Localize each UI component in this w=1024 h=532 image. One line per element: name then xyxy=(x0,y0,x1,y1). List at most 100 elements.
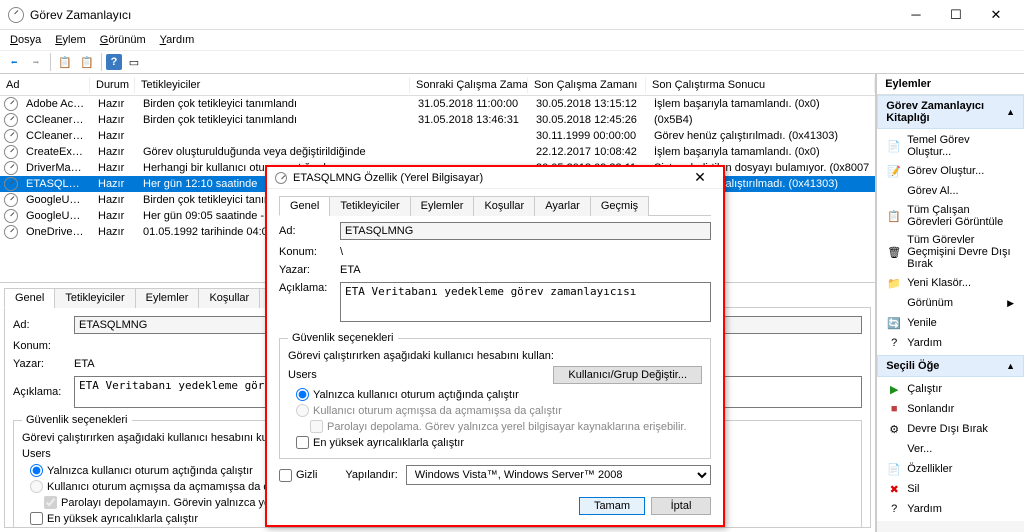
action-label: Görev Oluştur... xyxy=(907,165,1014,177)
task-name: CCleanerSki... xyxy=(20,130,92,142)
toolbar-icon-1[interactable]: 📋 xyxy=(55,52,75,72)
dlg-radio-logged-on[interactable] xyxy=(296,388,309,401)
action-item[interactable]: ⚙Devre Dışı Bırak xyxy=(881,419,1020,439)
toolbar-icon-3[interactable]: ▭ xyxy=(124,52,144,72)
toolbar: ⬅ ➡ 📋 📋 ? ▭ xyxy=(0,50,1024,74)
task-result: İşlem başarıyla tamamlandı. (0x0) xyxy=(648,146,875,158)
action-item[interactable]: 📋Tüm Çalışan Görevleri Görüntüle xyxy=(881,201,1020,231)
dlg-tab-actions[interactable]: Eylemler xyxy=(410,196,475,216)
task-icon xyxy=(4,161,18,175)
close-button[interactable]: ✕ xyxy=(976,1,1016,29)
dlg-radio-any[interactable] xyxy=(296,404,309,417)
menu-action[interactable]: Eylem xyxy=(49,32,92,48)
col-status[interactable]: Durum xyxy=(90,77,135,93)
task-row[interactable]: CCleaner Up...HazırBirden çok tetikleyic… xyxy=(0,112,875,128)
action-label: Yardım xyxy=(907,503,1014,515)
dlg-chk-pwd[interactable] xyxy=(310,420,323,433)
tab-actions[interactable]: Eylemler xyxy=(135,288,200,308)
col-triggers[interactable]: Tetikleyiciler xyxy=(135,77,410,93)
task-row[interactable]: CreateExplor...HazırGörev oluşturulduğun… xyxy=(0,144,875,160)
detail-radio-logged-on[interactable] xyxy=(30,464,43,477)
dlg-tab-history[interactable]: Geçmiş xyxy=(590,196,649,216)
task-last: 22.12.2017 10:08:42 xyxy=(530,146,648,158)
action-label: Sil xyxy=(907,483,1014,495)
task-name: OneDrive St... xyxy=(20,226,92,238)
action-icon: ⚙ xyxy=(887,422,901,436)
tab-triggers[interactable]: Tetikleyiciler xyxy=(54,288,135,308)
help-icon[interactable]: ? xyxy=(106,54,122,70)
col-name[interactable]: Ad xyxy=(0,77,90,93)
dlg-desc-field[interactable]: ETA Veritabanı yedekleme görev zamanlayı… xyxy=(340,282,711,322)
action-item[interactable]: Görünüm ▶ xyxy=(881,293,1020,313)
nav-back-button[interactable]: ⬅ xyxy=(4,52,24,72)
action-item[interactable]: 🔄Yenile xyxy=(881,313,1020,333)
action-icon: 📄 xyxy=(887,462,901,476)
dlg-tab-triggers[interactable]: Tetikleyiciler xyxy=(329,196,410,216)
action-item[interactable]: ✖ Sil xyxy=(881,479,1020,499)
action-item[interactable]: ▶Çalıştır xyxy=(881,379,1020,399)
dlg-author-value: ETA xyxy=(340,264,361,276)
nav-forward-button[interactable]: ➡ xyxy=(26,52,46,72)
task-last: 30.11.1999 00:00:00 xyxy=(530,130,648,142)
detail-author-label: Yazar: xyxy=(13,358,68,370)
dlg-chk-highest[interactable] xyxy=(296,436,309,449)
ok-button[interactable]: Tamam xyxy=(579,497,645,515)
cancel-button[interactable]: İptal xyxy=(651,497,711,515)
minimize-button[interactable]: ─ xyxy=(896,1,936,29)
action-item[interactable]: 📁Yeni Klasör... xyxy=(881,273,1020,293)
task-status: Hazır xyxy=(92,194,137,206)
task-icon xyxy=(4,97,18,111)
dlg-security-legend: Güvenlik seçenekleri xyxy=(288,332,398,344)
actions-group-selected[interactable]: Seçili Öğe▲ xyxy=(877,355,1024,377)
action-item[interactable]: ?Yardım xyxy=(881,499,1020,519)
change-user-button[interactable]: Kullanıcı/Grup Değiştir... xyxy=(553,366,702,384)
action-item[interactable]: 🗑Tüm Görevler Geçmişini Devre Dışı Bırak xyxy=(881,231,1020,273)
action-item[interactable]: Ver... xyxy=(881,439,1020,459)
task-status: Hazır xyxy=(92,210,137,222)
task-status: Hazır xyxy=(92,98,137,110)
action-item[interactable]: 📝Görev Oluştur... xyxy=(881,161,1020,181)
task-list-header: Ad Durum Tetikleyiciler Sonraki Çalışma … xyxy=(0,74,875,96)
menu-file[interactable]: Dosya xyxy=(4,32,47,48)
col-last-run[interactable]: Son Çalışma Zamanı xyxy=(528,77,646,93)
detail-location-label: Konum: xyxy=(13,340,68,352)
task-icon xyxy=(4,145,18,159)
action-item[interactable]: 📄Temel Görev Oluştur... xyxy=(881,131,1020,161)
action-icon: ✖ xyxy=(887,482,901,496)
task-row[interactable]: CCleanerSki...Hazır30.11.1999 00:00:00Gö… xyxy=(0,128,875,144)
dlg-chk-hidden[interactable] xyxy=(279,469,292,482)
task-icon xyxy=(4,113,18,127)
task-trigger: Birden çok tetikleyici tanımlandı xyxy=(137,114,412,126)
action-item[interactable]: Görev Al... xyxy=(881,181,1020,201)
maximize-button[interactable]: ☐ xyxy=(936,1,976,29)
menu-help[interactable]: Yardım xyxy=(154,32,201,48)
dialog-close-button[interactable]: ✕ xyxy=(685,169,715,186)
task-row[interactable]: Adobe Acro...HazırBirden çok tetikleyici… xyxy=(0,96,875,112)
actions-group-library[interactable]: Görev Zamanlayıcı Kitaplığı▲ xyxy=(877,95,1024,129)
col-last-result[interactable]: Son Çalıştırma Sonucu xyxy=(646,77,875,93)
tab-conditions[interactable]: Koşullar xyxy=(198,288,260,308)
action-item[interactable]: ■Sonlandır xyxy=(881,399,1020,419)
dlg-tab-settings[interactable]: Ayarlar xyxy=(534,196,591,216)
task-last: 30.05.2018 13:15:12 xyxy=(530,98,648,110)
action-icon: 📋 xyxy=(887,209,901,223)
menu-view[interactable]: Görünüm xyxy=(94,32,152,48)
detail-chk-pwd[interactable] xyxy=(44,496,57,509)
action-item[interactable]: ?Yardım xyxy=(881,333,1020,353)
tab-general[interactable]: Genel xyxy=(4,288,55,308)
dlg-config-select[interactable]: Windows Vista™, Windows Server™ 2008 xyxy=(406,465,711,485)
detail-chk-highest[interactable] xyxy=(30,512,43,525)
detail-radio-any[interactable] xyxy=(30,480,43,493)
action-label: Görünüm xyxy=(907,297,1001,309)
task-result: İşlem başarıyla tamamlandı. (0x0) xyxy=(648,98,875,110)
action-item[interactable]: 📄Özellikler xyxy=(881,459,1020,479)
submenu-arrow-icon: ▶ xyxy=(1007,298,1014,309)
toolbar-icon-2[interactable]: 📋 xyxy=(77,52,97,72)
task-icon xyxy=(4,193,18,207)
dlg-tab-general[interactable]: Genel xyxy=(279,196,330,216)
col-next-run[interactable]: Sonraki Çalışma Zamanı xyxy=(410,77,528,93)
dlg-config-label: Yapılandır: xyxy=(345,469,397,481)
dlg-name-field[interactable] xyxy=(340,222,711,240)
action-icon xyxy=(887,296,901,310)
dlg-tab-conditions[interactable]: Koşullar xyxy=(473,196,535,216)
